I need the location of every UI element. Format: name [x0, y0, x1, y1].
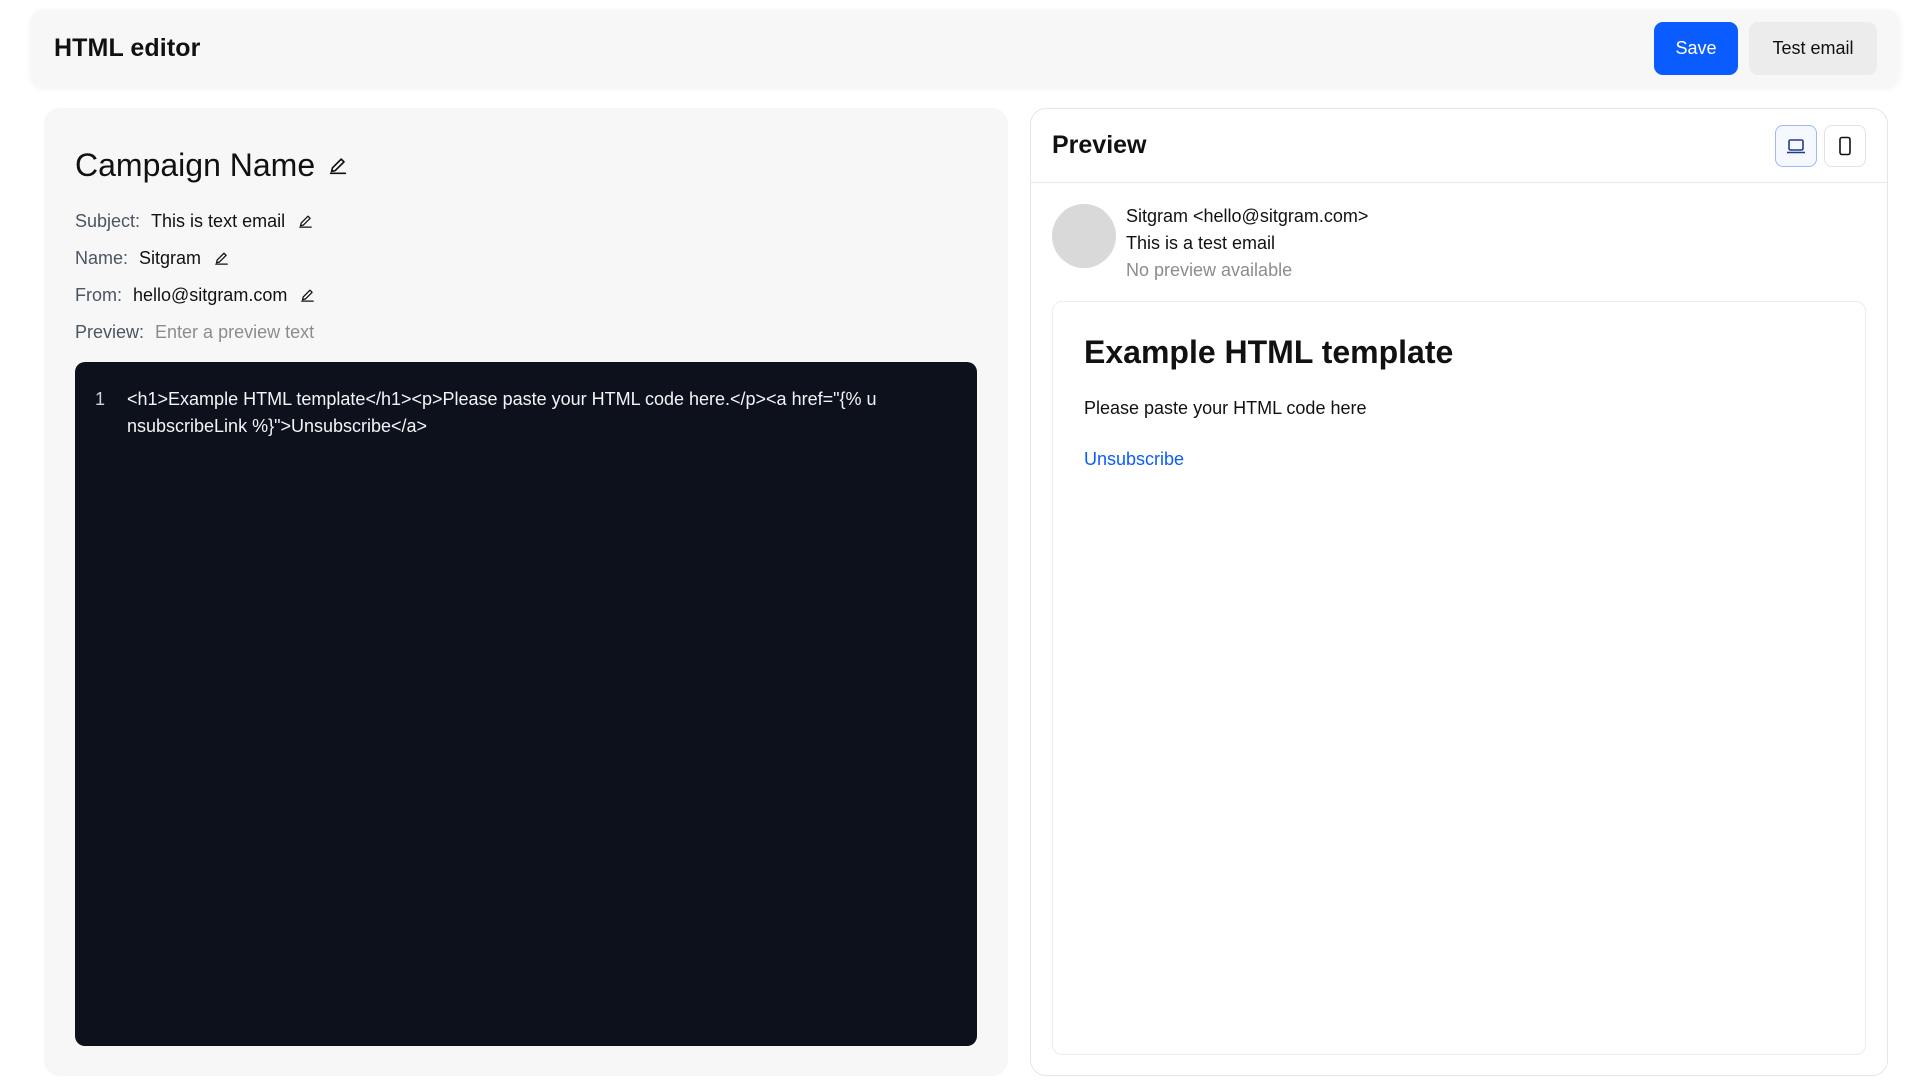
phone-icon [1839, 136, 1851, 155]
laptop-icon [1787, 138, 1805, 153]
sender-from: Sitgram <hello@sitgram.com> [1126, 206, 1369, 226]
campaign-title-row: Campaign Name [75, 147, 977, 184]
preview-panel: Preview Sitgram <hello@sitgram.com> This… [1030, 108, 1888, 1076]
name-row: Name: Sitgram [75, 247, 977, 269]
campaign-name: Campaign Name [75, 147, 316, 183]
html-code-editor[interactable]: 1 <h1>Example HTML template</h1><p>Pleas… [75, 362, 977, 1046]
edit-name-icon[interactable] [213, 250, 230, 267]
name-value: Sitgram [139, 247, 202, 268]
line-number: 1 [95, 389, 106, 409]
code-content[interactable]: <h1>Example HTML template</h1><p>Please … [127, 386, 957, 1022]
preview-title: Preview [1052, 131, 1147, 159]
campaign-meta: Subject: This is text email Name: Sitgra… [75, 210, 977, 343]
preview-text-input[interactable]: Enter a preview text [155, 322, 314, 343]
page-title: HTML editor [54, 33, 201, 62]
preview-row: Preview: Enter a preview text [75, 321, 977, 343]
sender-preview-text: No preview available [1126, 260, 1293, 280]
from-label: From: [75, 284, 122, 305]
save-button[interactable]: Save [1654, 21, 1738, 75]
edit-subject-icon[interactable] [297, 213, 314, 230]
preview-label: Preview: [75, 321, 145, 342]
from-value: hello@sitgram.com [133, 284, 288, 305]
sender-subject: This is a test email [1126, 233, 1276, 253]
email-heading: Example HTML template [1084, 334, 1454, 370]
email-sender-summary: Sitgram <hello@sitgram.com> This is a te… [1031, 183, 1887, 284]
avatar [1052, 204, 1116, 268]
header-actions: Save Test email [1654, 21, 1877, 75]
campaign-editor-panel: Campaign Name Subject: This is text emai… [44, 108, 1008, 1076]
subject-label: Subject: [75, 210, 141, 231]
subject-value: This is text email [151, 210, 286, 231]
name-label: Name: [75, 247, 129, 268]
email-paragraph: Please paste your HTML code here [1084, 398, 1367, 418]
edit-campaign-name-icon[interactable] [327, 155, 349, 177]
email-preview-body: Example HTML template Please paste your … [1052, 301, 1866, 1055]
sender-info: Sitgram <hello@sitgram.com> This is a te… [1126, 203, 1368, 284]
top-bar: HTML editor Save Test email [31, 10, 1899, 86]
desktop-view-button[interactable] [1775, 124, 1817, 167]
subject-row: Subject: This is text email [75, 210, 977, 232]
edit-from-icon[interactable] [299, 287, 316, 304]
test-email-button[interactable]: Test email [1749, 21, 1877, 75]
mobile-view-button[interactable] [1824, 124, 1866, 167]
from-row: From: hello@sitgram.com [75, 284, 977, 306]
unsubscribe-link[interactable]: Unsubscribe [1084, 449, 1184, 470]
device-toggle [1775, 124, 1866, 167]
preview-header: Preview [1031, 109, 1887, 183]
